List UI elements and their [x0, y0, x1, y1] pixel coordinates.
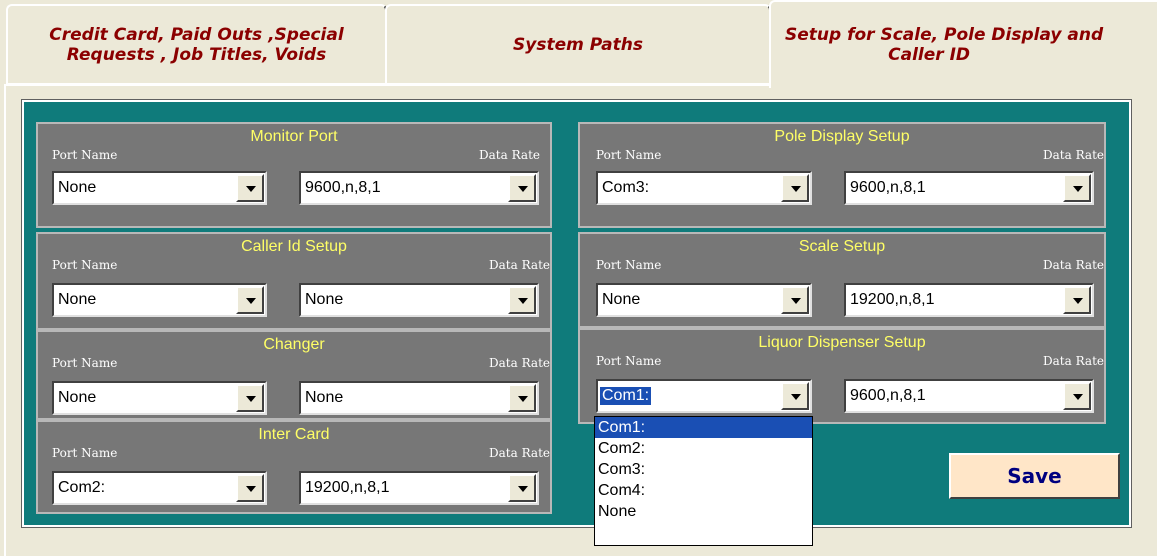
tab-label-line2: Caller ID: [888, 45, 971, 65]
selected-value: None: [58, 389, 97, 406]
selected-value: None: [305, 389, 344, 406]
tab-label: System Paths: [513, 34, 643, 55]
port-name-label: Port Name: [52, 148, 118, 162]
data-rate-label: Data Rate: [489, 446, 550, 460]
tab-setup-scale[interactable]: Setup for Scale, Pole Display and Caller …: [769, 0, 1157, 88]
chevron-down-icon[interactable]: [236, 384, 264, 412]
dropdown-option[interactable]: Com3:: [595, 459, 812, 480]
selected-value: None: [305, 291, 344, 308]
inter-card-group: Inter Card Port Name Data Rate Com2: 192…: [36, 420, 552, 514]
data-rate-label: Data Rate: [479, 148, 540, 162]
selected-value: 9600,n,8,1: [305, 179, 381, 196]
port-name-label: Port Name: [596, 148, 662, 162]
dropdown-option[interactable]: None: [595, 501, 812, 522]
chevron-down-icon[interactable]: [236, 474, 264, 502]
selected-value: None: [602, 291, 641, 308]
inter-card-rate-select[interactable]: 19200,n,8,1: [299, 471, 539, 505]
selected-value: 19200,n,8,1: [850, 291, 935, 308]
liquor-port-select[interactable]: Com1:: [596, 379, 812, 413]
tab-credit-card[interactable]: Credit Card, Paid Outs ,Special Requests …: [6, 4, 387, 84]
dropdown-option[interactable]: Com4:: [595, 480, 812, 501]
group-title: Caller Id Setup: [241, 238, 347, 255]
chevron-down-icon[interactable]: [508, 174, 536, 202]
tab-system-paths[interactable]: System Paths: [385, 4, 771, 84]
selected-value: 19200,n,8,1: [305, 479, 390, 496]
port-name-label: Port Name: [596, 258, 662, 272]
selected-value: 9600,n,8,1: [850, 179, 926, 196]
selected-value: Com1:: [598, 386, 653, 406]
dropdown-option[interactable]: Com2:: [595, 438, 812, 459]
scale-port-select[interactable]: None: [596, 283, 812, 317]
port-name-label: Port Name: [52, 258, 118, 272]
group-title: Scale Setup: [798, 238, 886, 255]
monitor-port-select[interactable]: None: [52, 171, 267, 205]
chevron-down-icon[interactable]: [1063, 174, 1091, 202]
tab-strip: Credit Card, Paid Outs ,Special Requests …: [0, 0, 1157, 88]
selected-value: None: [58, 179, 97, 196]
chevron-down-icon[interactable]: [1063, 286, 1091, 314]
group-title: Changer: [263, 336, 325, 353]
data-rate-label: Data Rate: [1043, 258, 1104, 272]
group-title: Monitor Port: [250, 128, 338, 145]
data-rate-label: Data Rate: [489, 258, 550, 272]
chevron-down-icon[interactable]: [508, 286, 536, 314]
monitor-rate-select[interactable]: 9600,n,8,1: [299, 171, 539, 205]
data-rate-label: Data Rate: [489, 356, 550, 370]
tab-label-line1: Setup for Scale, Pole Display and: [785, 25, 1104, 45]
changer-group: Changer Port Name Data Rate None None: [36, 330, 552, 420]
scale-group: Scale Setup Port Name Data Rate None 192…: [578, 232, 1106, 328]
port-name-label: Port Name: [52, 356, 118, 370]
data-rate-label: Data Rate: [1043, 148, 1104, 162]
dropdown-option[interactable]: Com1:: [595, 417, 812, 438]
group-title: Liquor Dispenser Setup: [758, 334, 926, 351]
port-name-label: Port Name: [52, 446, 118, 460]
data-rate-label: Data Rate: [1043, 354, 1104, 368]
changer-port-select[interactable]: None: [52, 381, 267, 415]
chevron-down-icon[interactable]: [1063, 382, 1091, 410]
chevron-down-icon[interactable]: [781, 174, 809, 202]
save-button[interactable]: Save: [949, 453, 1120, 499]
group-title: Inter Card: [258, 426, 330, 443]
monitor-port-group: Monitor Port Port Name Data Rate None 96…: [36, 122, 552, 228]
tab-label-line2: Requests , Job Titles, Voids: [66, 44, 327, 65]
chevron-down-icon[interactable]: [236, 286, 264, 314]
scale-rate-select[interactable]: 19200,n,8,1: [844, 283, 1094, 317]
caller-id-port-select[interactable]: None: [52, 283, 267, 317]
chevron-down-icon[interactable]: [781, 286, 809, 314]
inter-card-port-select[interactable]: Com2:: [52, 471, 267, 505]
chevron-down-icon[interactable]: [508, 474, 536, 502]
liquor-dispenser-group: Liquor Dispenser Setup Port Name Data Ra…: [578, 328, 1106, 424]
port-name-label: Port Name: [596, 354, 662, 368]
caller-id-rate-select[interactable]: None: [299, 283, 539, 317]
liquor-rate-select[interactable]: 9600,n,8,1: [844, 379, 1094, 413]
group-title: Pole Display Setup: [774, 128, 910, 145]
chevron-down-icon[interactable]: [781, 382, 809, 410]
tab-label-line1: Credit Card, Paid Outs ,Special: [49, 24, 344, 45]
selected-value: None: [58, 291, 97, 308]
selected-value: Com2:: [58, 479, 106, 496]
pole-display-group: Pole Display Setup Port Name Data Rate C…: [578, 122, 1106, 228]
selected-value: 9600,n,8,1: [850, 387, 926, 404]
changer-rate-select[interactable]: None: [299, 381, 539, 415]
chevron-down-icon[interactable]: [508, 384, 536, 412]
pole-display-port-select[interactable]: Com3:: [596, 171, 812, 205]
selected-value: Com3:: [602, 179, 650, 196]
port-dropdown-list: Com1: Com2: Com3: Com4: None: [594, 416, 813, 546]
chevron-down-icon[interactable]: [236, 174, 264, 202]
pole-display-rate-select[interactable]: 9600,n,8,1: [844, 171, 1094, 205]
caller-id-group: Caller Id Setup Port Name Data Rate None…: [36, 232, 552, 330]
